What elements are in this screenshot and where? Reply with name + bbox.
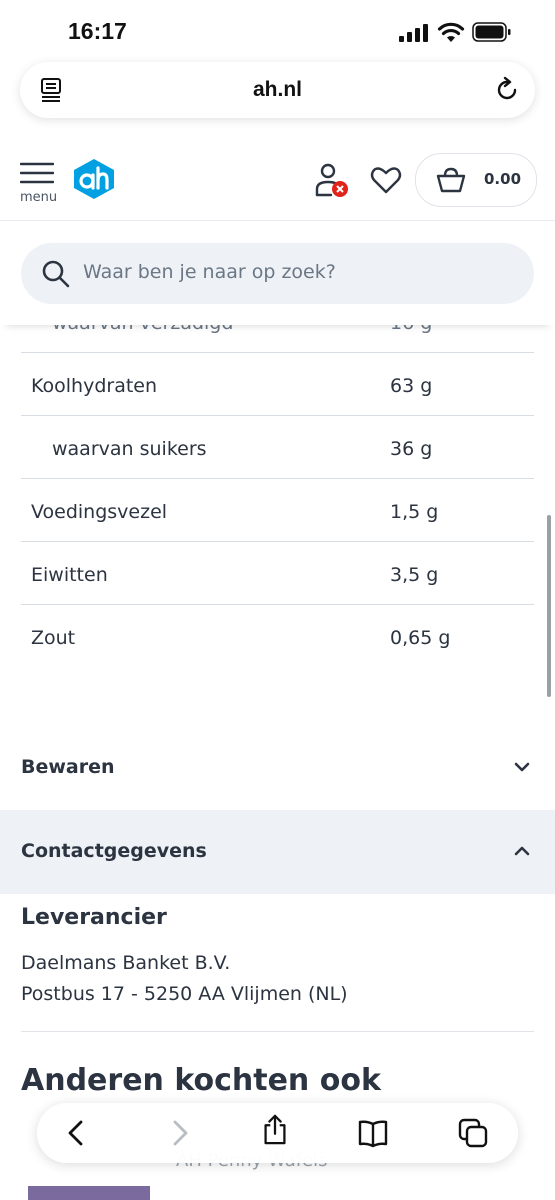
tabs-icon[interactable] <box>457 1117 489 1149</box>
basket-total: 0.00 <box>484 170 522 188</box>
forward-icon[interactable] <box>163 1117 195 1149</box>
share-icon[interactable] <box>259 1114 291 1146</box>
nutrient-value: 3,5 g <box>390 564 439 586</box>
chevron-down-icon <box>514 762 530 772</box>
chevron-up-icon <box>514 846 530 856</box>
basket-icon <box>436 167 466 193</box>
section-divider <box>21 1031 534 1032</box>
heart-icon[interactable] <box>370 164 402 196</box>
search-input[interactable]: Waar ben je naar op zoek? <box>21 243 534 304</box>
battery-icon <box>472 22 511 42</box>
status-time: 16:17 <box>68 18 127 44</box>
browser-toolbar <box>37 1103 518 1163</box>
nutrient-label: waarvan suikers <box>52 438 207 460</box>
reload-icon[interactable] <box>493 76 521 104</box>
nutrient-value: 36 g <box>390 438 433 460</box>
basket-button[interactable]: 0.00 <box>415 153 537 207</box>
table-row: waarvan suikers 36 g <box>21 416 534 479</box>
address-bar[interactable]: ah.nl <box>20 62 535 118</box>
wifi-icon <box>437 22 465 42</box>
scrollbar-thumb[interactable] <box>547 515 551 697</box>
search-placeholder: Waar ben je naar op zoek? <box>83 261 336 283</box>
contact-accordion[interactable]: Contactgegevens <box>0 810 555 894</box>
menu-button[interactable]: menu <box>18 162 58 206</box>
nutrient-label: Zout <box>31 627 76 649</box>
product-image[interactable] <box>28 1186 150 1200</box>
table-row: Eiwitten 3,5 g <box>21 542 534 605</box>
nutrient-label: Eiwitten <box>31 564 108 586</box>
nutrient-value: 1,5 g <box>390 501 439 523</box>
accordion-title: Bewaren <box>21 756 115 778</box>
others-bought-title: Anderen kochten ook <box>21 1063 381 1098</box>
hamburger-menu-icon <box>20 162 54 184</box>
cellular-signal-icon <box>399 24 428 42</box>
supplier-name: Daelmans Banket B.V. <box>21 952 231 974</box>
albert-heijn-logo[interactable] <box>72 158 116 200</box>
accordion-title: Contactgegevens <box>21 840 207 862</box>
nutrient-value: 0,65 g <box>390 627 451 649</box>
storage-accordion[interactable]: Bewaren <box>0 726 555 811</box>
site-header: menu 0.00 Waar ben je naar op zoek? <box>0 140 555 325</box>
supplier-address: Postbus 17 - 5250 AA Vlijmen (NL) <box>21 983 348 1005</box>
supplier-title: Leverancier <box>21 905 167 930</box>
menu-label: menu <box>20 190 58 205</box>
header-divider <box>0 220 555 221</box>
back-icon[interactable] <box>61 1117 93 1149</box>
nutrient-label: Koolhydraten <box>31 375 158 397</box>
nutrition-table: waarvan verzadigd 16 g Koolhydraten 63 g… <box>21 290 534 667</box>
url-text[interactable]: ah.nl <box>20 78 535 102</box>
table-row: Koolhydraten 63 g <box>21 353 534 416</box>
nutrient-label: Voedingsvezel <box>31 501 168 523</box>
status-bar: 16:17 <box>0 0 555 58</box>
nutrient-value: 63 g <box>390 375 433 397</box>
bookmarks-icon[interactable] <box>357 1117 389 1149</box>
user-icon[interactable] <box>312 162 352 198</box>
table-row: Zout 0,65 g <box>21 605 534 667</box>
search-icon <box>42 260 70 288</box>
table-row: Voedingsvezel 1,5 g <box>21 479 534 542</box>
